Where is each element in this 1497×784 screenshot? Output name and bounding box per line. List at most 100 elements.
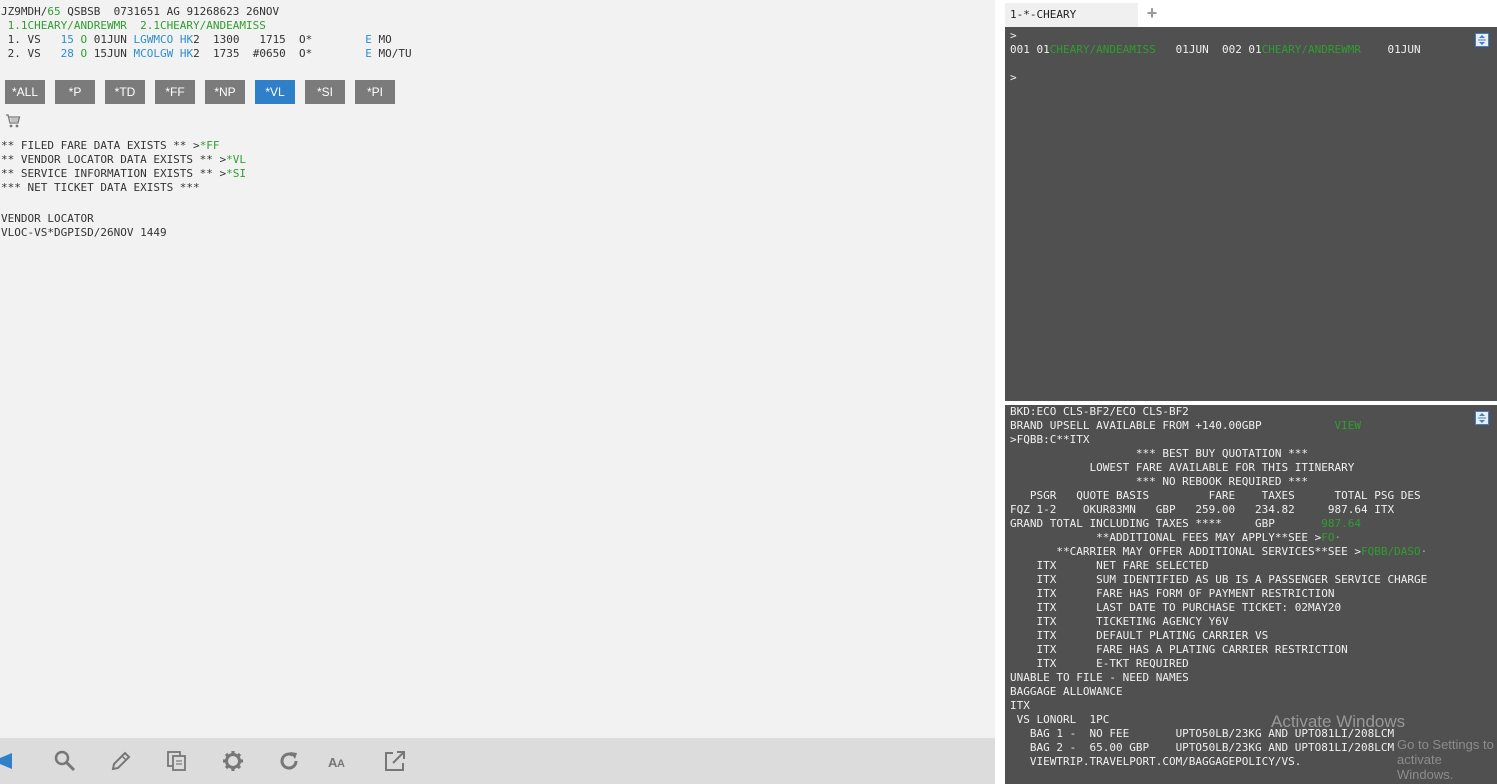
fare-line: ITX TICKETING AGENCY Y6V xyxy=(1010,615,1229,628)
fare-line: VS LONORL 1PC xyxy=(1010,713,1110,726)
gear-icon[interactable] xyxy=(222,750,244,772)
left-terminal-panel: JZ9MDH/65 QSBSB 0731651 AG 91268623 26NO… xyxy=(0,0,995,784)
fo-link[interactable]: FO xyxy=(1321,531,1334,544)
vendor-locator-link[interactable]: *VL xyxy=(226,153,246,166)
filter-pi-button[interactable]: *PI xyxy=(355,80,395,104)
filter-all-button[interactable]: *ALL xyxy=(5,80,45,104)
segment-2-flight[interactable]: 28 xyxy=(61,47,74,60)
terminal-window-1[interactable]: > 001 01CHEARY/ANDEAMISS 01JUN 002 01CHE… xyxy=(1005,27,1497,401)
external-link-icon[interactable] xyxy=(384,750,406,772)
refresh-icon[interactable] xyxy=(278,750,300,772)
segment-2-times: 2 1735 #0650 O* xyxy=(193,47,366,60)
pnr-notes: ** FILED FARE DATA EXISTS ** >*FF ** VEN… xyxy=(1,139,246,195)
filter-ff-button[interactable]: *FF xyxy=(155,80,195,104)
fare-line: **CARRIER MAY OFFER ADDITIONAL SERVICES*… xyxy=(1010,545,1361,558)
fare-line: GRAND TOTAL INCLUDING TAXES **** GBP xyxy=(1010,517,1322,530)
fare-line: VIEWTRIP.TRAVELPORT.COM/BAGGAGEPOLICY/VS… xyxy=(1010,755,1302,768)
vendor-locator-section: VENDOR LOCATOR VLOC-VS*DGPISD/26NOV 1449 xyxy=(1,212,167,240)
segment-1-flight[interactable]: 15 xyxy=(61,33,74,46)
grand-total-value: 987.64 xyxy=(1321,517,1362,530)
segment-1-status[interactable]: HK xyxy=(180,33,193,46)
expand-window-icon[interactable] xyxy=(1475,33,1489,47)
record-locator: JZ9MDH/ xyxy=(1,5,48,18)
fare-line: *** NO REBOOK REQUIRED *** xyxy=(1010,475,1309,488)
segment-2-route[interactable]: MCOLGW xyxy=(133,47,173,60)
search-icon[interactable] xyxy=(54,750,76,772)
activate-windows-subtitle: Go to Settings to activate Windows. xyxy=(1397,737,1494,782)
activate-windows-title: Activate Windows xyxy=(1271,712,1406,731)
terminal-window-2[interactable]: BKD:ECO CLS-BF2/ECO CLS-BF2 BRAND UPSELL… xyxy=(1005,405,1497,784)
fare-line: **ADDITIONAL FEES MAY APPLY**SEE > xyxy=(1010,531,1322,544)
filter-np-button[interactable]: *NP xyxy=(205,80,245,104)
fare-line: ITX FARE HAS FORM OF PAYMENT RESTRICTION xyxy=(1010,587,1335,600)
fare-line: LOWEST FARE AVAILABLE FOR THIS ITINERARY xyxy=(1010,461,1355,474)
fare-line: ITX xyxy=(1010,699,1030,712)
font-size-icon[interactable]: A A xyxy=(328,750,350,772)
segment-2-status[interactable]: HK xyxy=(180,47,193,60)
fare-line: BKD:ECO CLS-BF2/ECO CLS-BF2 xyxy=(1010,405,1189,418)
terminal-1-input-prompt[interactable]: > xyxy=(1010,71,1017,84)
fare-line: ITX DEFAULT PLATING CARRIER VS xyxy=(1010,629,1269,642)
name-list-suffix: 01JUN xyxy=(1361,43,1421,56)
segment-2-eticket[interactable]: E xyxy=(365,47,372,60)
filter-vl-button[interactable]: *VL xyxy=(255,80,295,104)
segment-2-date: 15JUN xyxy=(87,47,134,60)
segment-1-times: 2 1300 1715 O* xyxy=(193,33,366,46)
fare-line: ITX NET FARE SELECTED xyxy=(1010,559,1209,572)
record-locator-suffix[interactable]: 65 xyxy=(47,5,60,18)
service-info-link[interactable]: *SI xyxy=(226,167,246,180)
fare-line: PSGR QUOTE BASIS FARE TAXES TOTAL PSG DE… xyxy=(1010,489,1421,502)
session-tabs: 1-*-CHEARY + xyxy=(1005,0,1497,27)
fare-line: >FQBB:C**ITX xyxy=(1010,433,1090,446)
filter-td-button[interactable]: *TD xyxy=(105,80,145,104)
panel-divider[interactable] xyxy=(995,0,1005,784)
bottom-toolbar: A A xyxy=(0,738,995,784)
net-ticket-note: *** NET TICKET DATA EXISTS *** xyxy=(1,181,200,194)
pnr-display: JZ9MDH/65 QSBSB 0731651 AG 91268623 26NO… xyxy=(1,5,412,61)
vendor-locator-title: VENDOR LOCATOR xyxy=(1,212,94,225)
segment-1-date: 01JUN xyxy=(87,33,134,46)
service-info-note: ** SERVICE INFORMATION EXISTS ** > xyxy=(1,167,227,180)
segment-2-prefix: 2. VS xyxy=(1,47,61,60)
pnr-header-info: QSBSB 0731651 AG 91268623 26NOV xyxy=(60,5,280,18)
vendor-locator-note: ** VENDOR LOCATOR DATA EXISTS ** > xyxy=(1,153,227,166)
right-panel: 1-*-CHEARY + > 001 01CHEARY/ANDEAMISS 01… xyxy=(1005,0,1497,784)
view-upsell-link[interactable]: VIEW xyxy=(1335,419,1362,432)
tab-session-cheary[interactable]: 1-*-CHEARY xyxy=(1005,3,1138,27)
filed-fare-link[interactable]: *FF xyxy=(200,139,220,152)
fare-line: UNABLE TO FILE - NEED NAMES xyxy=(1010,671,1189,684)
name-list-prefix: 001 01 xyxy=(1010,43,1050,56)
fare-line: ITX SUM IDENTIFIED AS UB IS A PASSENGER … xyxy=(1010,573,1428,586)
filter-si-button[interactable]: *SI xyxy=(305,80,345,104)
segment-2-day: MO/TU xyxy=(371,47,412,60)
megaphone-icon[interactable] xyxy=(0,750,22,772)
segment-1-prefix: 1. VS xyxy=(1,33,61,46)
terminal-1-prompt: > xyxy=(1010,29,1017,42)
filter-p-button[interactable]: *P xyxy=(55,80,95,104)
name-list-entry-2[interactable]: CHEARY/ANDREWMR xyxy=(1262,43,1361,56)
passenger-names[interactable]: 1.1CHEARY/ANDREWMR 2.1CHEARY/ANDEAMISS xyxy=(1,19,266,32)
add-tab-button[interactable]: + xyxy=(1142,2,1162,24)
filed-fare-note: ** FILED FARE DATA EXISTS ** > xyxy=(1,139,200,152)
shopping-cart-icon[interactable] xyxy=(5,113,21,129)
fare-line: ITX FARE HAS A PLATING CARRIER RESTRICTI… xyxy=(1010,643,1348,656)
pnr-filter-buttons: *ALL *P *TD *FF *NP *VL *SI *PI xyxy=(5,80,395,104)
name-list-mid: 01JUN 002 01 xyxy=(1155,43,1262,56)
fare-line: *** BEST BUY QUOTATION *** xyxy=(1010,447,1309,460)
fare-line: BAGGAGE ALLOWANCE xyxy=(1010,685,1123,698)
fqbb-daso-link[interactable]: FQBB/DASO xyxy=(1361,545,1421,558)
fare-line: FQZ 1-2 OKUR83MN GBP 259.00 234.82 987.6… xyxy=(1010,503,1395,516)
fare-line: ITX LAST DATE TO PURCHASE TICKET: 02MAY2… xyxy=(1010,601,1342,614)
svg-text:A: A xyxy=(337,758,345,770)
terminal-1-output: > 001 01CHEARY/ANDEAMISS 01JUN 002 01CHE… xyxy=(1010,29,1421,85)
segment-1-route[interactable]: LGWMCO xyxy=(133,33,173,46)
copy-icon[interactable] xyxy=(166,750,188,772)
segment-1-eticket[interactable]: E xyxy=(365,33,372,46)
fare-line: BRAND UPSELL AVAILABLE FROM +140.00GBP xyxy=(1010,419,1335,432)
segment-1-day: MO xyxy=(371,33,392,46)
fare-line: BAG 2 - 65.00 GBP UPTO50LB/23KG AND UPTO… xyxy=(1010,741,1395,754)
pencil-icon[interactable] xyxy=(110,750,132,772)
vendor-locator-value: VLOC-VS*DGPISD/26NOV 1449 xyxy=(1,226,167,239)
expand-window-icon[interactable] xyxy=(1475,411,1489,425)
name-list-entry-1[interactable]: CHEARY/ANDEAMISS xyxy=(1050,43,1156,56)
